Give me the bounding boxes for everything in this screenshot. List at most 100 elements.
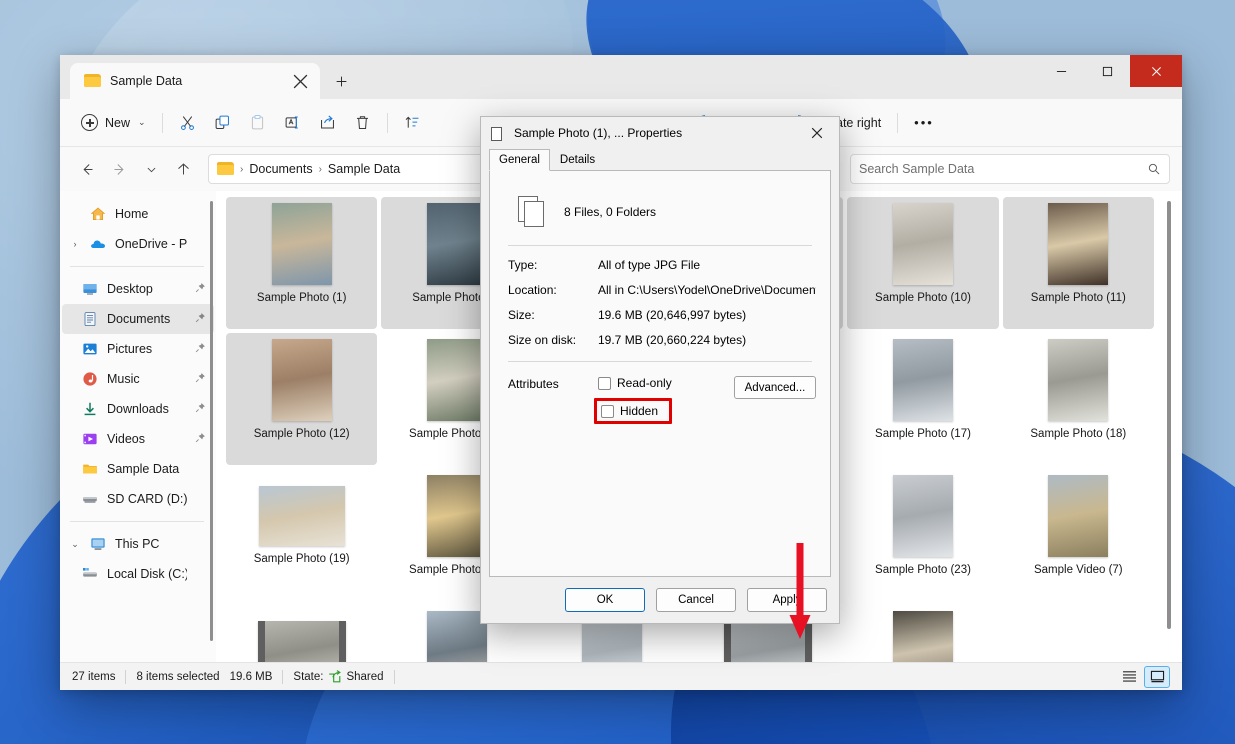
sidebar-item-desktop[interactable]: Desktop <box>62 274 214 304</box>
file-item[interactable]: Sample Photo (18) <box>1003 333 1154 465</box>
status-bar: 27 items 8 items selected 19.6 MB State:… <box>60 662 1182 690</box>
sidebar-item-label: SD CARD (D:) <box>107 492 187 506</box>
search-box[interactable]: Search Sample Data <box>850 154 1170 184</box>
sidebar-item-label: Videos <box>107 432 145 446</box>
file-label: Sample Video (7) <box>1033 564 1123 576</box>
file-item[interactable]: Sample Photo (10) <box>847 197 999 329</box>
forward-button[interactable] <box>104 154 134 184</box>
folder-icon <box>217 162 234 176</box>
dialog-tab-strip: General Details <box>481 148 839 171</box>
file-thumbnail <box>1048 203 1109 285</box>
tab-close-icon[interactable] <box>288 69 312 93</box>
field-type-key: Type: <box>508 258 538 272</box>
tile-view-button[interactable] <box>1144 665 1170 688</box>
checkbox-hidden[interactable]: Hidden <box>594 398 672 424</box>
ellipsis-icon: ••• <box>914 115 934 130</box>
document-icon <box>491 125 505 141</box>
file-thumbnail <box>892 475 953 557</box>
sidebar-item-sample-data[interactable]: Sample Data <box>62 454 214 484</box>
tab-sample-data[interactable]: Sample Data <box>70 63 320 99</box>
sidebar-item-videos[interactable]: Videos <box>62 424 214 454</box>
share-button[interactable] <box>310 107 345 139</box>
chevron-icon[interactable]: › <box>68 239 82 249</box>
sidebar-item-label: Home <box>115 207 149 221</box>
paste-button[interactable] <box>240 107 275 139</box>
cancel-button[interactable]: Cancel <box>656 588 736 612</box>
dialog-divider-2 <box>508 361 812 362</box>
file-pane-scrollbar[interactable] <box>1167 201 1171 629</box>
file-label: Sample Photo (19) <box>253 553 350 565</box>
sidebar-item-home[interactable]: Home <box>62 199 214 229</box>
file-item[interactable]: Sample Photo (1) <box>226 197 378 329</box>
recent-locations-button[interactable] <box>136 154 166 184</box>
attributes-label: Attributes <box>508 377 559 391</box>
sidebar-item-sd-card-d[interactable]: SD CARD (D:) <box>62 484 214 514</box>
file-item[interactable]: Sample Photo (25) <box>847 605 998 662</box>
field-location-key: Location: <box>508 283 557 297</box>
attribute-checkbox-group: Read-only Hidden <box>594 376 672 424</box>
tab-general[interactable]: General <box>489 149 550 171</box>
rename-button[interactable] <box>275 107 310 139</box>
share-arrow-icon <box>329 670 342 683</box>
ok-button[interactable]: OK <box>565 588 645 612</box>
breadcrumb-separator: › <box>240 163 244 175</box>
breadcrumb-documents[interactable]: Documents <box>249 162 312 176</box>
cut-button[interactable] <box>170 107 205 139</box>
chevron-icon[interactable]: ⌄ <box>68 539 82 550</box>
field-size-key: Size: <box>508 308 535 322</box>
chevron-down-icon: ⌄ <box>138 117 146 127</box>
minimize-button[interactable] <box>1038 55 1084 87</box>
file-label: Sample Photo (18) <box>1030 428 1127 440</box>
folder-icon <box>84 74 101 88</box>
tab-details[interactable]: Details <box>549 149 606 170</box>
file-item[interactable]: Sample Photo (19) <box>226 469 377 601</box>
cloud-icon <box>90 236 107 253</box>
sidebar-item-pictures[interactable]: Pictures <box>62 334 214 364</box>
status-selected-size: 19.6 MB <box>229 670 273 683</box>
sidebar-item-label: Pictures <box>107 342 153 356</box>
overflow-menu-button[interactable]: ••• <box>905 107 943 139</box>
sidebar-item-downloads[interactable]: Downloads <box>62 394 214 424</box>
copy-button[interactable] <box>205 107 240 139</box>
breadcrumb-sample-data[interactable]: Sample Data <box>328 162 400 176</box>
pictures-icon <box>82 341 99 358</box>
pin-icon <box>195 402 206 416</box>
advanced-button[interactable]: Advanced... <box>734 376 816 399</box>
close-button[interactable] <box>1130 55 1182 87</box>
maximize-button[interactable] <box>1084 55 1130 87</box>
sidebar-item-onedrive-pers[interactable]: › OneDrive - Pers <box>62 229 214 259</box>
properties-dialog: Sample Photo (1), ... Properties General… <box>480 116 840 639</box>
file-item[interactable]: Sample Video (7) <box>1003 469 1154 601</box>
new-button[interactable]: New ⌄ <box>72 107 155 139</box>
list-view-button[interactable] <box>1116 666 1142 688</box>
file-item[interactable]: Sample Photo (23) <box>847 469 998 601</box>
sidebar-item-local-disk-c[interactable]: Local Disk (C:) <box>62 559 214 589</box>
folder-icon <box>82 461 99 478</box>
file-item[interactable]: Sample Photo (17) <box>847 333 998 465</box>
delete-button[interactable] <box>345 107 380 139</box>
file-thumbnail <box>892 339 953 421</box>
up-button[interactable] <box>168 154 198 184</box>
sidebar-item-music[interactable]: Music <box>62 364 214 394</box>
dialog-close-button[interactable] <box>795 117 839 148</box>
sidebar-item-label: Documents <box>107 312 171 326</box>
file-item[interactable]: Sample Photo (12) <box>226 333 378 465</box>
status-state-value: Shared <box>346 670 384 683</box>
checkbox-read-only[interactable]: Read-only <box>598 376 672 390</box>
checkbox-box-hidden[interactable] <box>601 404 614 418</box>
back-button[interactable] <box>72 154 102 184</box>
new-tab-button[interactable] <box>326 66 356 96</box>
sort-button[interactable] <box>395 107 430 139</box>
sidebar-divider <box>70 521 204 522</box>
file-thumbnail <box>426 203 487 285</box>
file-item[interactable]: Sample Video (8) <box>226 605 377 662</box>
sidebar-item-this-pc[interactable]: ⌄ This PC <box>62 529 214 559</box>
sidebar-item-documents[interactable]: Documents <box>62 304 214 334</box>
status-item-count: 27 items <box>72 670 116 683</box>
annotation-arrow <box>789 543 811 639</box>
file-item[interactable]: Sample Photo (11) <box>1002 197 1154 329</box>
checkbox-box-read-only[interactable] <box>598 376 611 390</box>
status-divider-2 <box>282 669 284 684</box>
apply-button[interactable]: Apply <box>747 588 827 612</box>
sidebar-scrollbar[interactable] <box>210 201 213 641</box>
